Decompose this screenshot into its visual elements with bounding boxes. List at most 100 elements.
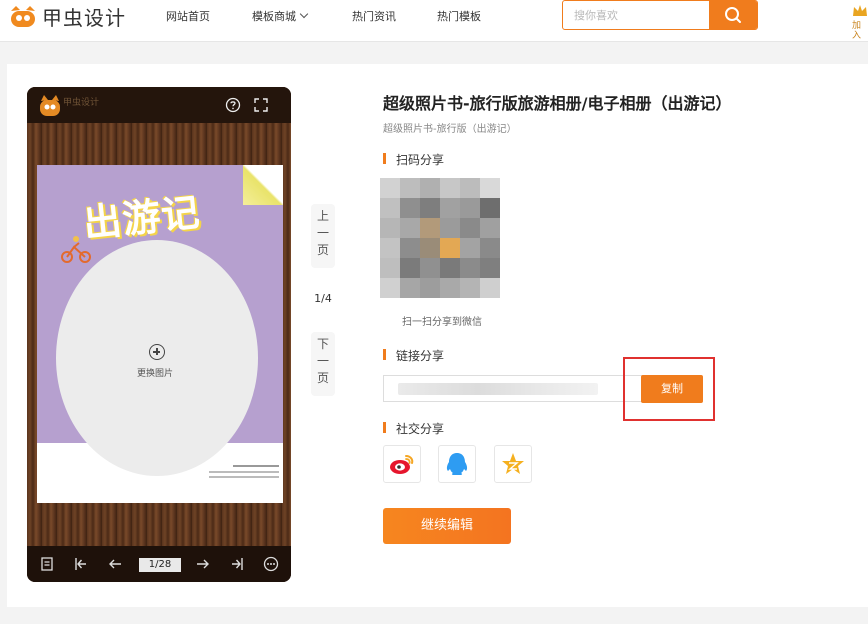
prev-page-button[interactable]: 上 一 页 xyxy=(311,204,335,268)
share-link-value-blurred xyxy=(398,383,598,395)
search-button[interactable] xyxy=(709,1,757,29)
social-share-heading: 社交分享 xyxy=(383,420,444,437)
qr-block xyxy=(420,238,440,258)
next-page-char: 页 xyxy=(316,371,329,385)
qr-block xyxy=(440,178,460,198)
qr-block xyxy=(380,278,400,298)
nav-template-mall[interactable]: 模板商城 xyxy=(252,8,309,24)
logo-text: 甲虫设计 xyxy=(42,5,126,30)
first-page-icon[interactable] xyxy=(73,556,89,572)
site-header: 甲虫设计 网站首页 模板商城 热门资讯 热门模板 加入 xyxy=(0,0,868,42)
qr-block xyxy=(380,218,400,238)
qr-code xyxy=(380,178,512,306)
search-box xyxy=(562,0,758,30)
qr-block xyxy=(400,218,420,238)
join-vip-link[interactable]: 加入 xyxy=(852,4,868,41)
previous-page-icon[interactable] xyxy=(107,556,123,572)
cover-title: 出游记 xyxy=(81,188,203,246)
qr-block xyxy=(460,178,480,198)
nav-hot-templates[interactable]: 热门模板 xyxy=(437,8,481,24)
qr-block xyxy=(460,258,480,278)
qr-block xyxy=(400,258,420,278)
cyclist-icon xyxy=(61,236,91,263)
page-curl[interactable] xyxy=(243,165,283,205)
link-share-heading: 链接分享 xyxy=(383,347,444,364)
nav-template-mall-label: 模板商城 xyxy=(252,10,296,23)
qq-icon xyxy=(446,453,468,475)
beetle-logo-icon xyxy=(11,6,35,27)
page-indicator[interactable]: 1/28 xyxy=(139,558,181,572)
nav-home[interactable]: 网站首页 xyxy=(166,8,210,24)
caption-text-line xyxy=(209,471,279,473)
weibo-icon xyxy=(390,455,414,474)
qr-block xyxy=(400,198,420,218)
share-weibo-button[interactable] xyxy=(383,445,421,483)
qr-block xyxy=(480,178,500,198)
qr-block xyxy=(440,198,460,218)
qr-share-heading: 扫码分享 xyxy=(383,151,444,168)
qr-block xyxy=(460,238,480,258)
last-page-icon[interactable] xyxy=(229,556,245,572)
qr-block xyxy=(460,278,480,298)
qr-block xyxy=(480,198,500,218)
preview-toolbar-bottom: 1/28 xyxy=(27,546,291,582)
share-qzone-button[interactable] xyxy=(494,445,532,483)
qr-block xyxy=(460,218,480,238)
preview-logo-text: 甲虫设计 xyxy=(63,98,100,108)
qr-block xyxy=(420,218,440,238)
qr-block xyxy=(420,278,440,298)
page-count: 1/4 xyxy=(314,292,332,305)
album-preview: 甲虫设计 出游记 更换图片 1/28 xyxy=(27,87,291,582)
qr-block xyxy=(440,278,460,298)
next-page-char: 一 xyxy=(316,354,329,368)
chevron-down-icon xyxy=(299,9,309,19)
share-qq-button[interactable] xyxy=(438,445,476,483)
preview-toolbar-top: 甲虫设计 xyxy=(27,87,291,123)
qr-block xyxy=(480,238,500,258)
join-vip-label: 加入 xyxy=(852,21,862,41)
album-page: 出游记 更换图片 xyxy=(37,165,283,503)
qr-block xyxy=(380,198,400,218)
search-input[interactable] xyxy=(563,1,711,29)
beetle-logo-icon xyxy=(40,95,60,116)
qr-block xyxy=(460,198,480,218)
prev-page-char: 页 xyxy=(316,243,329,257)
next-page-char: 下 xyxy=(316,337,329,351)
qr-block xyxy=(420,178,440,198)
caption-text-line xyxy=(209,476,279,478)
fullscreen-icon[interactable] xyxy=(253,97,269,113)
help-icon[interactable] xyxy=(225,97,241,113)
table-of-contents-icon[interactable] xyxy=(39,556,55,572)
page-subtitle: 超级照片书-旅行版（出游记） xyxy=(383,124,517,135)
qr-block xyxy=(400,178,420,198)
qr-block xyxy=(380,238,400,258)
more-options-icon[interactable] xyxy=(263,556,279,572)
share-link-field[interactable] xyxy=(383,375,643,402)
site-logo[interactable]: 甲虫设计 xyxy=(8,2,126,30)
qzone-star-icon xyxy=(502,453,524,474)
next-page-button[interactable]: 下 一 页 xyxy=(311,332,335,396)
prev-page-char: 一 xyxy=(316,226,329,240)
page-title: 超级照片书-旅行版旅游相册/电子相册（出游记） xyxy=(383,94,732,113)
continue-edit-button[interactable]: 继续编辑 xyxy=(383,508,511,544)
replace-photo-label[interactable]: 更换图片 xyxy=(137,366,173,379)
qr-block xyxy=(480,218,500,238)
qr-block xyxy=(440,238,460,258)
qr-block xyxy=(420,258,440,278)
qr-block xyxy=(480,258,500,278)
crown-icon xyxy=(853,5,867,16)
qr-caption: 扫一扫分享到微信 xyxy=(402,317,482,328)
add-photo-icon[interactable] xyxy=(149,344,165,360)
caption-text-line xyxy=(233,465,279,467)
qr-block xyxy=(480,278,500,298)
qr-block xyxy=(440,258,460,278)
prev-page-char: 上 xyxy=(316,209,329,223)
copy-button-highlight xyxy=(623,357,715,421)
nav-hot-news[interactable]: 热门资讯 xyxy=(352,8,396,24)
next-page-icon[interactable] xyxy=(195,556,211,572)
qr-block xyxy=(440,218,460,238)
qr-block xyxy=(380,258,400,278)
qr-block xyxy=(380,178,400,198)
qr-block xyxy=(400,238,420,258)
qr-block xyxy=(400,278,420,298)
